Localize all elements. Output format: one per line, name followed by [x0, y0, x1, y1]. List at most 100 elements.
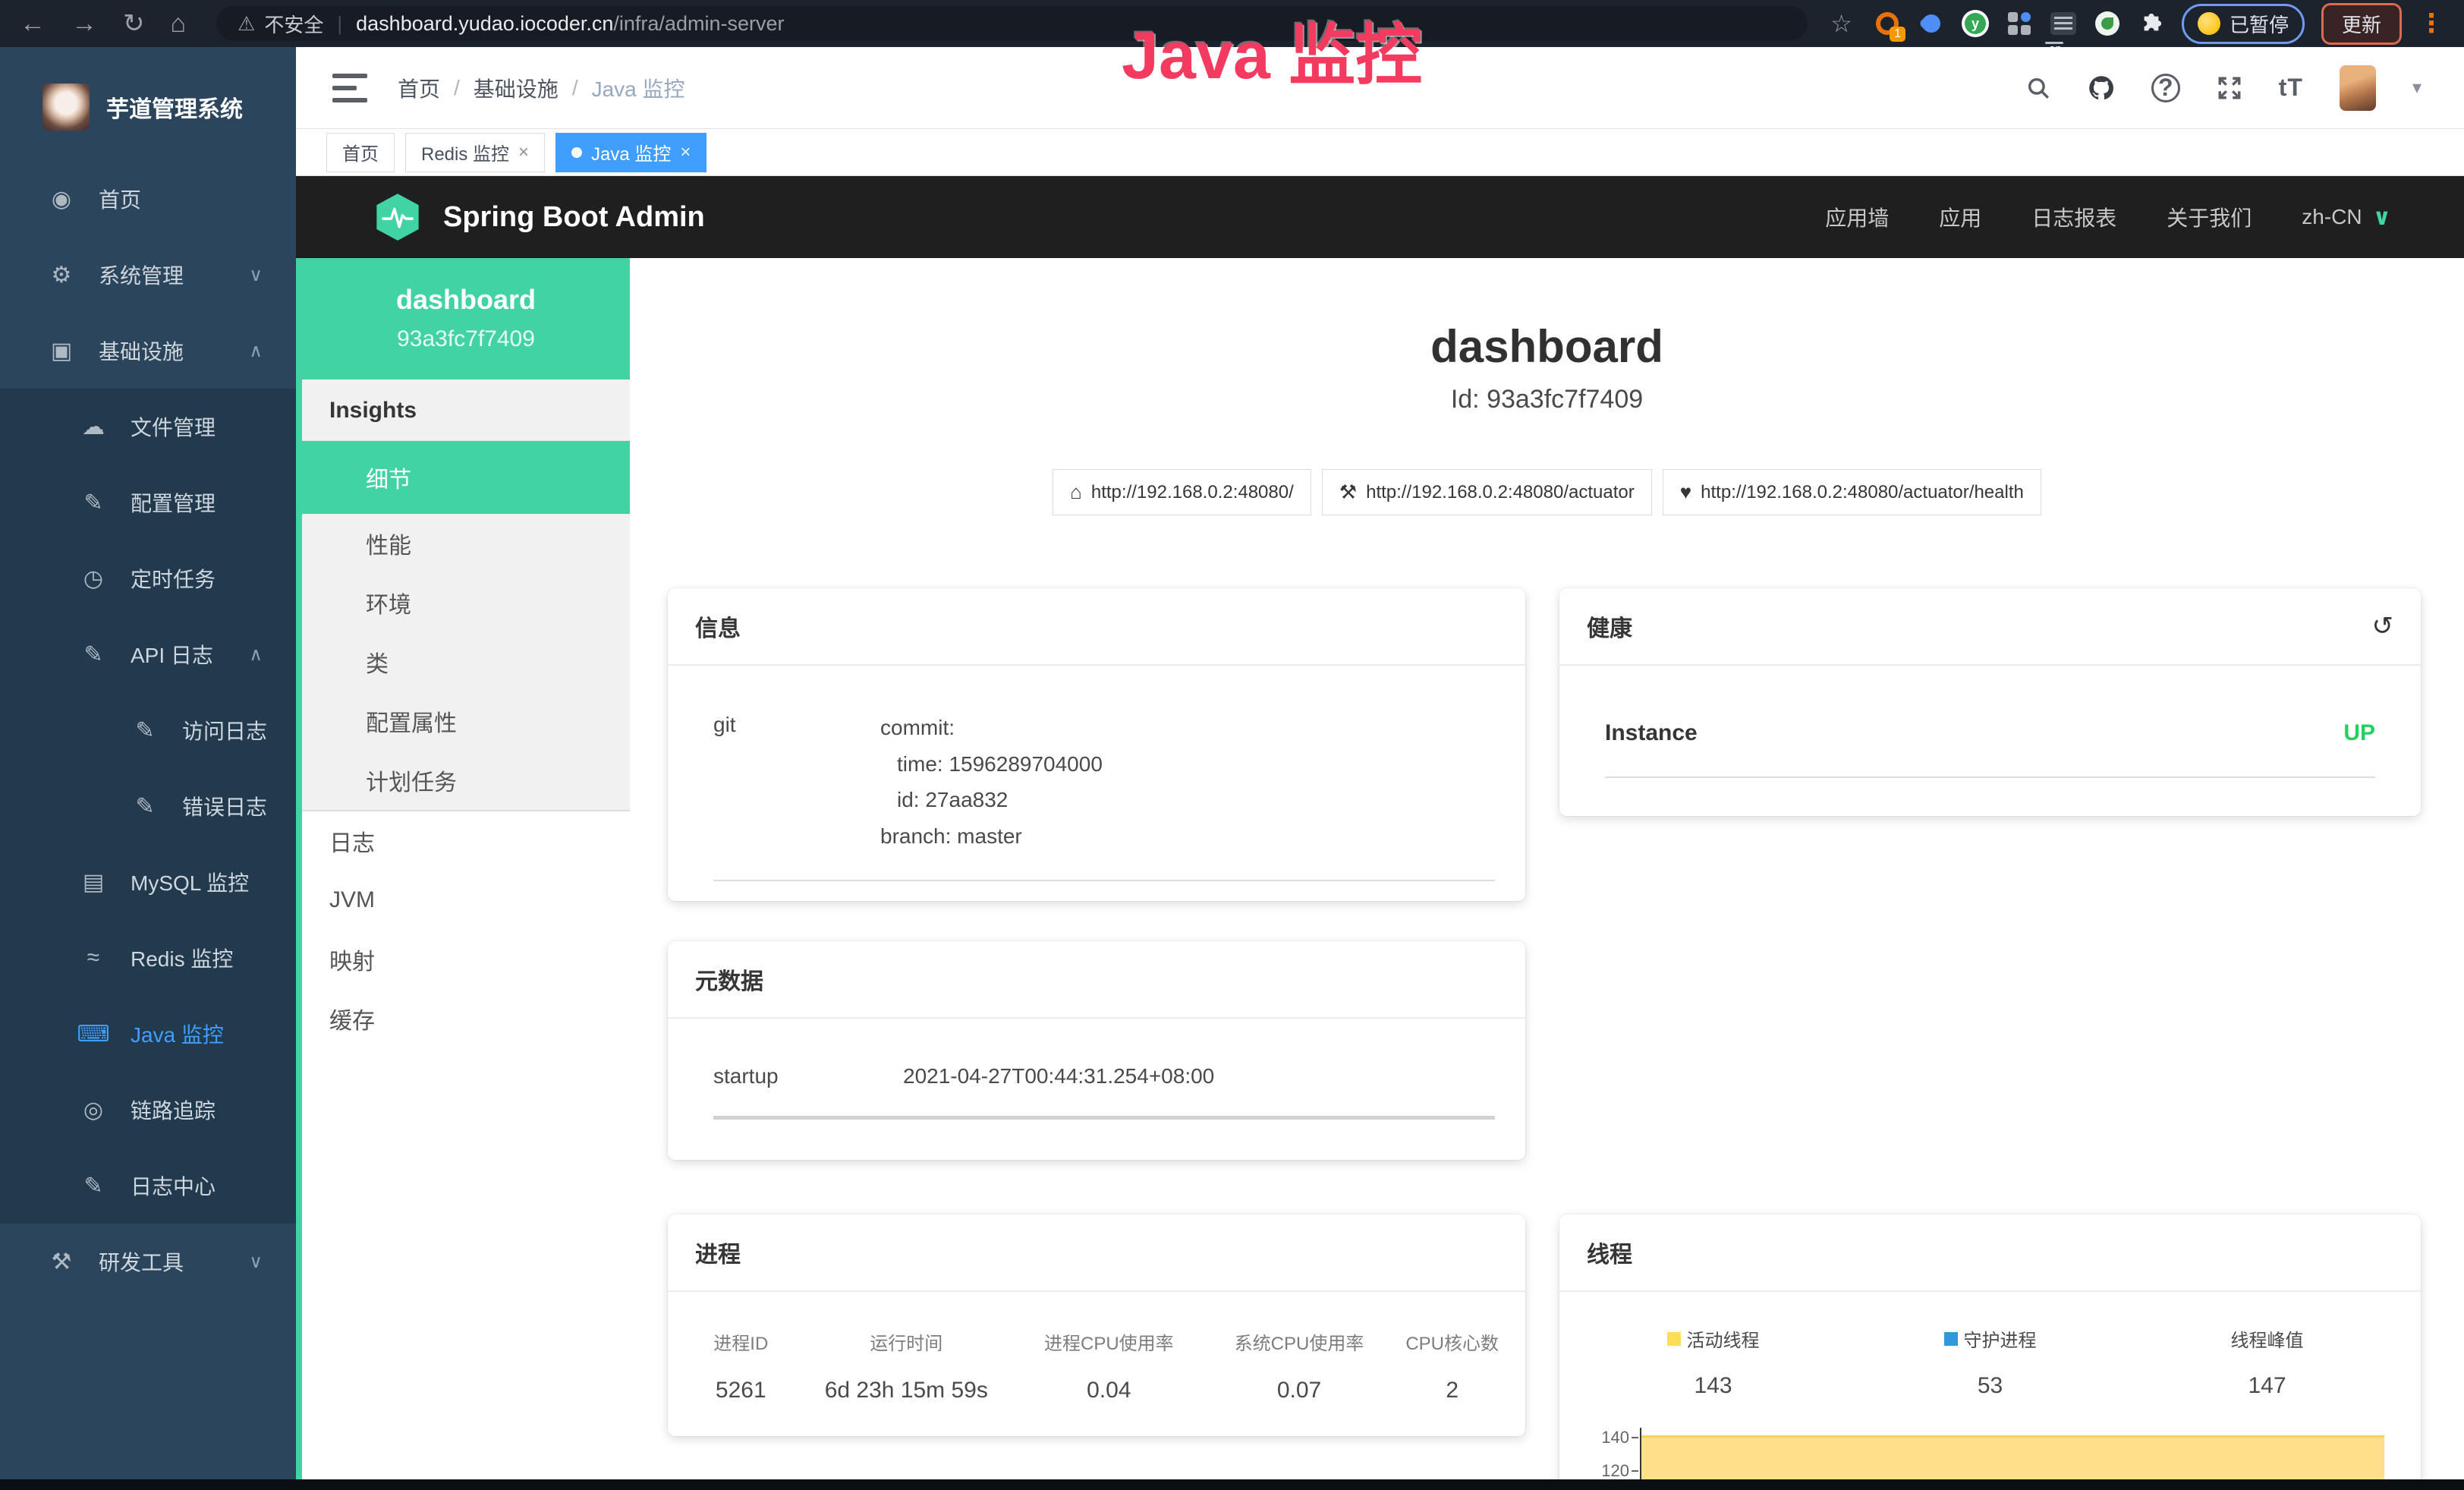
java-monitor-icon: ⌨ — [76, 1021, 111, 1047]
sidebar-item-infrastructure[interactable]: ▣ 基础设施 ∧ — [0, 313, 296, 389]
sba-nav-applications[interactable]: 应用 — [1939, 202, 1981, 232]
y-tick-120: 120 — [1601, 1461, 1629, 1481]
sba-item-config-props[interactable]: 配置属性 — [302, 691, 630, 751]
sba-item-environment[interactable]: 环境 — [302, 573, 630, 632]
url-bar[interactable]: ⚠ 不安全 | dashboard.yudao.iocoder.cn/infra… — [216, 6, 1808, 41]
extension-icon-leaf[interactable] — [2094, 10, 2121, 37]
sidebar-item-error-log[interactable]: ✎ 错误日志 — [0, 768, 296, 844]
layers-icon: ≈ — [76, 945, 111, 971]
col-cpu-cores: CPU核心数 — [1394, 1328, 1510, 1355]
close-icon[interactable]: × — [518, 142, 529, 163]
extension-icon-orange[interactable]: 1 — [1874, 10, 1901, 37]
sba-nav-wall[interactable]: 应用墙 — [1825, 202, 1889, 232]
sba-instance-name: dashboard — [310, 284, 622, 316]
process-card-title: 进程 — [695, 1236, 741, 1269]
sba-item-metrics[interactable]: 性能 — [302, 514, 630, 573]
timer-icon: ◷ — [76, 565, 111, 592]
browser-back-icon[interactable]: ← — [20, 0, 46, 47]
sidebar-item-scheduled-jobs[interactable]: ◷ 定时任务 — [0, 540, 296, 616]
browser-menu-dots-icon[interactable]: ⋮ — [2418, 8, 2444, 39]
instance-actuator-link[interactable]: ⚒ http://192.168.0.2:48080/actuator — [1322, 469, 1652, 515]
sba-locale-select[interactable]: zh-CN ∨ — [2302, 204, 2391, 231]
sidebar-item-label: 日志中心 — [131, 1170, 216, 1201]
sba-item-details[interactable]: 细节 — [302, 441, 630, 514]
sidebar-item-redis-monitor[interactable]: ≈ Redis 监控 — [0, 920, 296, 996]
sba-nav: 应用墙 应用 日志报表 关于我们 zh-CN ∨ — [1825, 202, 2464, 232]
sba-nav-journal[interactable]: 日志报表 — [2031, 202, 2116, 232]
extension-icon-pin[interactable] — [1918, 10, 1945, 37]
tab-java-monitor[interactable]: Java 监控 × — [555, 133, 706, 172]
user-avatar[interactable] — [2340, 65, 2376, 111]
url-path: /infra/admin-server — [613, 12, 784, 36]
instance-health-link[interactable]: ♥ http://192.168.0.2:48080/actuator/heal… — [1663, 469, 2041, 515]
instance-health-row: Instance UP — [1605, 720, 2375, 778]
app-title: 芋道管理系统 — [106, 90, 243, 124]
browser-forward-icon[interactable]: → — [71, 0, 97, 47]
process-table: 进程ID 运行时间 进程CPU使用率 系统CPU使用率 CPU核心数 5261 … — [683, 1328, 1510, 1403]
fullscreen-icon[interactable] — [2217, 75, 2242, 101]
breadcrumb-infrastructure[interactable]: 基础设施 — [474, 73, 559, 103]
hamburger-icon[interactable] — [332, 74, 367, 102]
sidebar-item-file-mgmt[interactable]: ☁ 文件管理 — [0, 389, 296, 465]
browser-reload-icon[interactable]: ↻ — [123, 0, 145, 47]
sidebar-item-log-center[interactable]: ✎ 日志中心 — [0, 1148, 296, 1224]
github-icon[interactable] — [2088, 74, 2115, 102]
bookmark-star-icon[interactable]: ☆ — [1830, 9, 1852, 38]
instance-home-link[interactable]: ⌂ http://192.168.0.2:48080/ — [1053, 469, 1311, 515]
sba-instance-header[interactable]: dashboard 93a3fc7f7409 — [302, 258, 630, 380]
tag-tabs-bar: 首页 Redis 监控 × Java 监控 × — [296, 129, 2464, 176]
user-caret-down-icon[interactable]: ▾ — [2412, 77, 2422, 99]
status-badge: UP — [2343, 720, 2375, 746]
paused-profile-pill[interactable]: 已暂停 — [2182, 4, 2305, 44]
sidebar-item-mysql-monitor[interactable]: ▤ MySQL 监控 — [0, 844, 296, 920]
sba-item-caches[interactable]: 缓存 — [302, 989, 630, 1048]
close-icon[interactable]: × — [680, 142, 691, 163]
tab-redis-monitor[interactable]: Redis 监控 × — [405, 133, 545, 172]
screen: ← → ↻ ⌂ ⚠ 不安全 | dashboard.yudao.iocoder.… — [0, 0, 2464, 1490]
sidebar-item-java-monitor[interactable]: ⌨ Java 监控 — [0, 996, 296, 1072]
sidebar-item-dev-tools[interactable]: ⚒ 研发工具 ∨ — [0, 1224, 296, 1299]
sidebar-item-system-mgmt[interactable]: ⚙ 系统管理 ∨ — [0, 237, 296, 313]
sidebar-item-api-log[interactable]: ✎ API 日志 ∧ — [0, 616, 296, 692]
search-icon[interactable] — [2025, 75, 2051, 101]
log-edit-icon: ✎ — [76, 1173, 111, 1199]
sidebar-item-label: Java 监控 — [131, 1019, 224, 1049]
toolbox-icon: ⚒ — [44, 1249, 79, 1275]
sba-item-jvm[interactable]: JVM — [302, 871, 630, 930]
sidebar-item-config-mgmt[interactable]: ✎ 配置管理 — [0, 465, 296, 540]
sidebar-item-label: API 日志 — [131, 639, 213, 669]
sidebar-item-access-log[interactable]: ✎ 访问日志 — [0, 692, 296, 768]
locale-chevron-down-icon: ∨ — [2373, 204, 2391, 231]
extension-icon-grid[interactable] — [2006, 10, 2033, 37]
sidebar-item-home[interactable]: ◉ 首页 — [0, 161, 296, 237]
text-size-icon[interactable]: tT — [2279, 74, 2303, 102]
val-pid: 5261 — [683, 1378, 799, 1403]
extension-icon-tabs-on[interactable]: on — [2050, 10, 2077, 37]
url-divider: | — [337, 12, 342, 36]
y-tick-140: 140 — [1601, 1428, 1629, 1447]
help-icon[interactable]: ? — [2151, 74, 2180, 102]
sidebar-item-label: 基础设施 — [99, 335, 184, 366]
history-icon[interactable]: ↺ — [2372, 611, 2394, 641]
browser-home-icon[interactable]: ⌂ — [171, 0, 187, 47]
sidebar-item-label: 链路追踪 — [131, 1095, 216, 1125]
database-icon: ▤ — [76, 869, 111, 896]
startup-key: startup — [713, 1064, 903, 1088]
extension-icon-y[interactable]: y — [1962, 10, 1989, 37]
sba-item-logs[interactable]: 日志 — [302, 811, 630, 871]
val-cpu-cores: 2 — [1394, 1378, 1510, 1403]
browser-update-button[interactable]: 更新 — [2321, 3, 2402, 45]
git-branch-line: branch: master — [880, 818, 1103, 855]
sba-item-classes[interactable]: 类 — [302, 632, 630, 691]
sidebar-item-label: 配置管理 — [131, 487, 216, 518]
sba-item-scheduled-tasks[interactable]: 计划任务 — [302, 751, 630, 810]
breadcrumb-home[interactable]: 首页 — [398, 73, 440, 103]
sba-item-mappings[interactable]: 映射 — [302, 930, 630, 989]
sidebar-item-tracing[interactable]: ◎ 链路追踪 — [0, 1072, 296, 1148]
breadcrumb: 首页 / 基础设施 / Java 监控 — [398, 73, 685, 103]
extension-icon-puzzle[interactable] — [2138, 10, 2165, 37]
sba-nav-about[interactable]: 关于我们 — [2167, 202, 2252, 232]
chevron-up-icon: ∧ — [249, 340, 263, 362]
tab-home[interactable]: 首页 — [326, 133, 395, 172]
info-card-title: 信息 — [695, 610, 741, 643]
